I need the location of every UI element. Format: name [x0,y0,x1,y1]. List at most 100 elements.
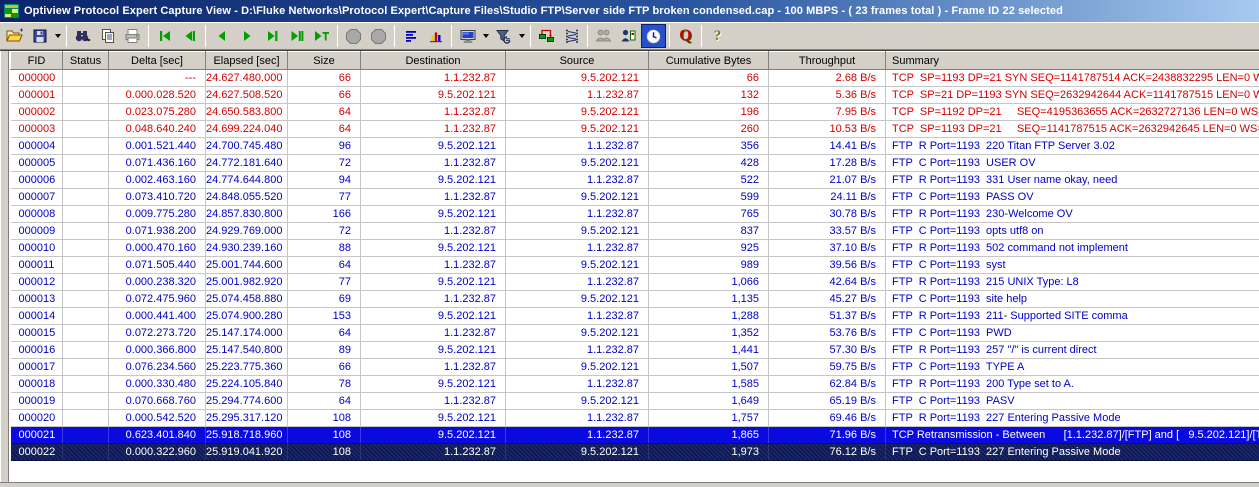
cell-fid[interactable]: 000005 [11,155,63,172]
cell-delta[interactable]: 0.072.475.960 [109,291,206,308]
cell-destination[interactable]: 9.5.202.121 [361,410,506,427]
timing-view-button[interactable] [641,24,666,48]
goto-trigger-frame-button[interactable] [309,24,334,48]
cell-delta[interactable]: 0.073.410.720 [109,189,206,206]
cell-fid[interactable]: 000018 [11,376,63,393]
cell-status[interactable] [63,359,109,376]
frame-row-000004[interactable]: 0000040.001.521.44024.700.745.480969.5.2… [11,138,1259,155]
cell-cumulative-bytes[interactable]: 837 [649,223,769,240]
cell-status[interactable] [63,70,109,87]
cell-elapsed[interactable]: 24.930.239.160 [206,240,288,257]
cell-source[interactable]: 1.1.232.87 [506,87,649,104]
cell-elapsed[interactable]: 24.627.480.000 [206,70,288,87]
cell-source[interactable]: 1.1.232.87 [506,308,649,325]
frame-summary-view-button[interactable] [398,24,423,48]
cell-status[interactable] [63,121,109,138]
cell-source[interactable]: 1.1.232.87 [506,240,649,257]
cell-size[interactable]: 88 [288,240,361,257]
goto-last-frame-button[interactable] [284,24,309,48]
cell-summary[interactable]: FTP C Port=1193 opts utf8 on [886,223,1259,240]
stop-capture-button[interactable] [341,24,366,48]
cell-source[interactable]: 9.5.202.121 [506,359,649,376]
column-header-delta[interactable]: Delta [sec] [109,52,206,70]
cell-destination[interactable]: 1.1.232.87 [361,121,506,138]
cell-source[interactable]: 9.5.202.121 [506,155,649,172]
cell-status[interactable] [63,138,109,155]
cell-delta[interactable]: 0.000.542.520 [109,410,206,427]
cell-size[interactable]: 72 [288,223,361,240]
cell-elapsed[interactable]: 25.223.775.360 [206,359,288,376]
goto-next-marked-frame-button[interactable] [259,24,284,48]
frame-row-000019[interactable]: 0000190.070.668.76025.294.774.600641.1.2… [11,393,1259,410]
cell-summary[interactable]: FTP R Port=1193 230-Welcome OV [886,206,1259,223]
cell-cumulative-bytes[interactable]: 1,649 [649,393,769,410]
cell-size[interactable]: 108 [288,427,361,444]
cell-cumulative-bytes[interactable]: 765 [649,206,769,223]
cell-destination[interactable]: 9.5.202.121 [361,342,506,359]
cell-destination[interactable]: 9.5.202.121 [361,274,506,291]
cell-delta[interactable]: 0.072.273.720 [109,325,206,342]
cell-fid[interactable]: 000001 [11,87,63,104]
cell-throughput[interactable]: 51.37 B/s [769,308,886,325]
cell-status[interactable] [63,291,109,308]
cell-cumulative-bytes[interactable]: 356 [649,138,769,155]
cell-elapsed[interactable]: 24.929.769.000 [206,223,288,240]
cell-fid[interactable]: 000007 [11,189,63,206]
monitor-view-button[interactable] [455,24,480,48]
cell-cumulative-bytes[interactable]: 522 [649,172,769,189]
save-dropdown-button[interactable] [52,24,63,48]
cell-elapsed[interactable]: 24.848.055.520 [206,189,288,206]
cell-elapsed[interactable]: 25.147.174.000 [206,325,288,342]
cell-summary[interactable]: FTP C Port=1193 TYPE A [886,359,1259,376]
cell-status[interactable] [63,257,109,274]
cell-elapsed[interactable]: 25.919.041.920 [206,444,288,461]
cell-delta[interactable]: 0.000.470.160 [109,240,206,257]
cell-source[interactable]: 9.5.202.121 [506,393,649,410]
cell-elapsed[interactable]: 25.001.744.600 [206,257,288,274]
cell-size[interactable]: 96 [288,138,361,155]
cell-fid[interactable]: 000020 [11,410,63,427]
cell-summary[interactable]: TCP SP=1192 DP=21 SEQ=4195363655 ACK=263… [886,104,1259,121]
cell-summary[interactable]: FTP R Port=1193 200 Type set to A. [886,376,1259,393]
cell-fid[interactable]: 000013 [11,291,63,308]
cell-summary[interactable]: FTP C Port=1193 PASS OV [886,189,1259,206]
cell-elapsed[interactable]: 24.627.508.520 [206,87,288,104]
cell-throughput[interactable]: 45.27 B/s [769,291,886,308]
cell-throughput[interactable]: 33.57 B/s [769,223,886,240]
cell-throughput[interactable]: 57.30 B/s [769,342,886,359]
cell-summary[interactable]: FTP R Port=1193 227 Entering Passive Mod… [886,410,1259,427]
cell-size[interactable]: 77 [288,274,361,291]
cell-elapsed[interactable]: 25.147.540.800 [206,342,288,359]
cell-destination[interactable]: 1.1.232.87 [361,70,506,87]
cell-cumulative-bytes[interactable]: 1,066 [649,274,769,291]
cell-fid[interactable]: 000021 [11,427,63,444]
cell-size[interactable]: 64 [288,393,361,410]
cell-size[interactable]: 69 [288,291,361,308]
frame-row-000012[interactable]: 0000120.000.238.32025.001.982.920779.5.2… [11,274,1259,291]
cell-elapsed[interactable]: 25.224.105.840 [206,376,288,393]
cell-delta[interactable]: 0.070.668.760 [109,393,206,410]
cell-throughput[interactable]: 21.07 B/s [769,172,886,189]
cell-source[interactable]: 9.5.202.121 [506,325,649,342]
bounce-diagram-view-button[interactable] [559,24,584,48]
cell-cumulative-bytes[interactable]: 1,441 [649,342,769,359]
cell-throughput[interactable]: 65.19 B/s [769,393,886,410]
cell-throughput[interactable]: 62.84 B/s [769,376,886,393]
cell-source[interactable]: 9.5.202.121 [506,291,649,308]
stop-monitor-button[interactable] [366,24,391,48]
cell-delta[interactable]: 0.000.366.800 [109,342,206,359]
cell-status[interactable] [63,274,109,291]
cell-destination[interactable]: 9.5.202.121 [361,87,506,104]
cell-fid[interactable]: 000016 [11,342,63,359]
cell-cumulative-bytes[interactable]: 1,865 [649,427,769,444]
cell-source[interactable]: 9.5.202.121 [506,121,649,138]
cell-throughput[interactable]: 30.78 B/s [769,206,886,223]
cell-throughput[interactable]: 2.68 B/s [769,70,886,87]
cell-status[interactable] [63,104,109,121]
open-capture-button[interactable] [2,24,27,48]
cell-fid[interactable]: 000006 [11,172,63,189]
cell-elapsed[interactable]: 25.074.900.280 [206,308,288,325]
channel-view-button[interactable] [534,24,559,48]
cell-throughput[interactable]: 37.10 B/s [769,240,886,257]
cell-cumulative-bytes[interactable]: 1,973 [649,444,769,461]
